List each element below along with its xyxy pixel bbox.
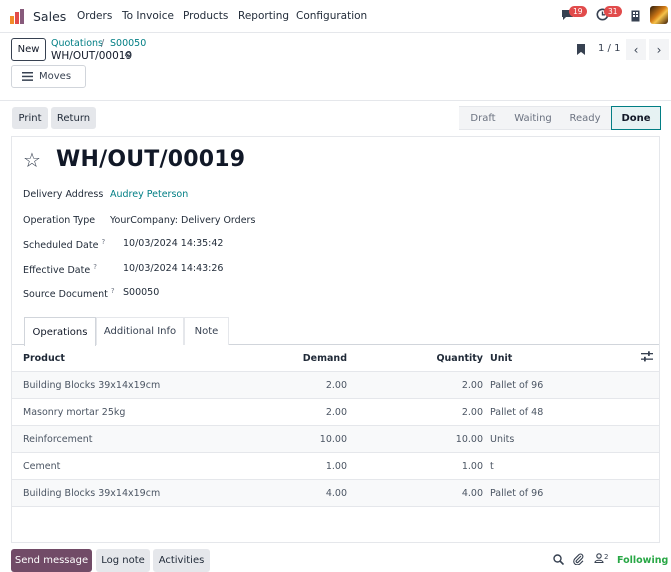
row-product: Cement — [23, 461, 61, 472]
followers-count: 2 — [604, 553, 609, 561]
row-unit: Units — [490, 434, 515, 445]
top-navbar: Sales Orders To Invoice Products Reporti… — [0, 0, 671, 33]
header-quantity[interactable]: Quantity — [436, 353, 483, 364]
menu-configuration[interactable]: Configuration — [296, 10, 367, 22]
messages-badge: 19 — [569, 6, 587, 17]
label-operation-type: Operation Type — [23, 215, 96, 226]
row-unit: Pallet of 48 — [490, 407, 544, 418]
status-bar: Draft Waiting Ready Done — [459, 106, 661, 130]
label-delivery-address: Delivery Address — [23, 189, 104, 200]
moves-label: Moves — [39, 71, 72, 82]
row-quantity: 10.00 — [455, 434, 483, 445]
activities-button-chatter[interactable]: Activities — [153, 549, 210, 572]
activities-button[interactable]: 31 — [596, 6, 622, 24]
row-demand: 2.00 — [325, 380, 347, 391]
row-demand: 2.00 — [325, 407, 347, 418]
table-row[interactable]: Building Blocks 39x14x19cm 4.00 4.00 Pal… — [12, 480, 659, 507]
breadcrumb-quotations[interactable]: Quotations — [51, 38, 103, 49]
row-unit: t — [490, 461, 494, 472]
tab-additional-info[interactable]: Additional Info — [96, 317, 184, 345]
row-demand: 1.00 — [325, 461, 347, 472]
row-unit: Pallet of 96 — [490, 488, 544, 499]
row-product: Building Blocks 39x14x19cm — [23, 488, 161, 499]
help-icon[interactable]: ? — [111, 287, 115, 295]
label-effective-date: Effective Date ? — [23, 263, 97, 277]
row-quantity: 2.00 — [461, 380, 483, 391]
breadcrumb-order[interactable]: S00050 — [110, 38, 146, 49]
form-title: WH/OUT/00019 — [56, 147, 246, 172]
table-header: Product Demand Quantity Unit — [12, 345, 659, 372]
row-quantity: 4.00 — [461, 488, 483, 499]
source-document-value[interactable]: S00050 — [123, 287, 159, 298]
breadcrumb-separator: / — [101, 38, 105, 49]
followers-button[interactable]: 2 — [594, 553, 608, 566]
tab-note[interactable]: Note — [184, 317, 229, 345]
new-button[interactable]: New — [11, 38, 46, 61]
row-unit: Pallet of 96 — [490, 380, 544, 391]
table-row[interactable]: Building Blocks 39x14x19cm 2.00 2.00 Pal… — [12, 372, 659, 399]
menu-products[interactable]: Products — [183, 10, 228, 22]
menu-to-invoice[interactable]: To Invoice — [122, 10, 174, 22]
send-message-button[interactable]: Send message — [11, 549, 92, 572]
tab-operations[interactable]: Operations — [24, 317, 96, 346]
stage-draft[interactable]: Draft — [459, 106, 507, 130]
log-note-button[interactable]: Log note — [96, 549, 150, 572]
print-button[interactable]: Print — [12, 107, 48, 129]
list-icon — [22, 72, 33, 81]
bookmark-icon[interactable] — [577, 44, 585, 55]
effective-date-value[interactable]: 10/03/2024 14:43:26 — [123, 263, 223, 274]
breadcrumb-current: WH/OUT/00019 — [51, 50, 133, 62]
divider — [0, 100, 671, 101]
header-product[interactable]: Product — [23, 353, 65, 364]
messages-button[interactable]: 19 — [561, 6, 587, 24]
moves-smart-button[interactable]: Moves — [11, 65, 86, 88]
stage-ready[interactable]: Ready — [559, 106, 611, 130]
pager-value[interactable]: 1 / 1 — [598, 43, 620, 54]
row-product: Building Blocks 39x14x19cm — [23, 380, 161, 391]
user-avatar[interactable] — [650, 6, 668, 24]
help-icon[interactable]: ? — [101, 238, 105, 246]
chevron-right-icon: › — [656, 42, 662, 57]
user-icon — [594, 553, 604, 564]
pager-next-button[interactable]: › — [649, 39, 669, 60]
scheduled-date-value[interactable]: 10/03/2024 14:35:42 — [123, 238, 223, 249]
menu-orders[interactable]: Orders — [77, 10, 112, 22]
table-row[interactable]: Masonry mortar 25kg 2.00 2.00 Pallet of … — [12, 399, 659, 426]
app-name[interactable]: Sales — [33, 9, 66, 24]
table-row[interactable]: Reinforcement 10.00 10.00 Units — [12, 426, 659, 453]
company-building-icon[interactable] — [631, 10, 640, 22]
row-quantity: 2.00 — [461, 407, 483, 418]
label-source-document: Source Document ? — [23, 287, 115, 301]
header-demand[interactable]: Demand — [303, 353, 347, 364]
label-scheduled-date: Scheduled Date ? — [23, 238, 106, 252]
stage-done[interactable]: Done — [611, 106, 661, 130]
stage-waiting[interactable]: Waiting — [507, 106, 559, 130]
operation-type-value[interactable]: YourCompany: Delivery Orders — [110, 215, 255, 226]
chevron-left-icon: ‹ — [633, 42, 639, 57]
delivery-address-value[interactable]: Audrey Peterson — [110, 189, 188, 200]
row-quantity: 1.00 — [461, 461, 483, 472]
following-button[interactable]: Following — [617, 555, 668, 566]
row-demand: 4.00 — [325, 488, 347, 499]
menu-reporting[interactable]: Reporting — [238, 10, 289, 22]
help-icon[interactable]: ? — [93, 263, 97, 271]
column-settings-icon[interactable] — [641, 351, 653, 362]
activities-badge: 31 — [604, 6, 622, 17]
paperclip-icon[interactable] — [573, 553, 584, 565]
gear-icon[interactable]: ⚙ — [124, 51, 132, 61]
row-product: Masonry mortar 25kg — [23, 407, 126, 418]
header-unit[interactable]: Unit — [490, 353, 512, 364]
search-icon[interactable] — [553, 554, 564, 565]
return-button[interactable]: Return — [51, 107, 96, 129]
sales-app-icon[interactable] — [10, 9, 26, 24]
row-product: Reinforcement — [23, 434, 93, 445]
star-icon[interactable]: ☆ — [23, 148, 41, 172]
pager-previous-button[interactable]: ‹ — [626, 39, 646, 60]
row-demand: 10.00 — [319, 434, 347, 445]
table-row[interactable]: Cement 1.00 1.00 t — [12, 453, 659, 480]
